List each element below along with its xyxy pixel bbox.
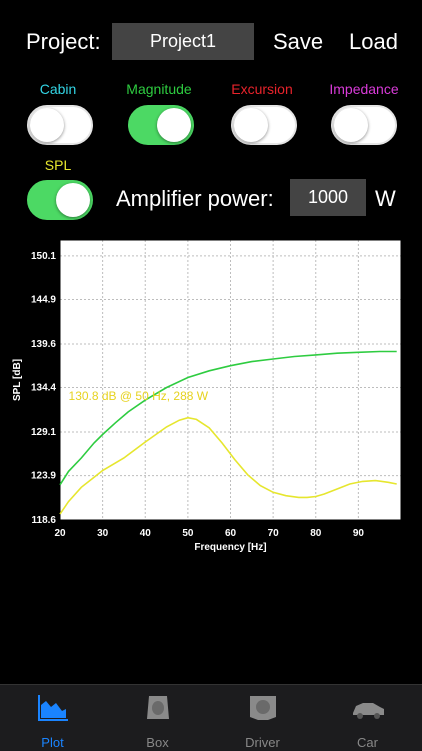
toggle-knob: [30, 108, 64, 142]
x-tick-label: 80: [310, 528, 322, 539]
y-tick-label: 123.9: [31, 471, 56, 482]
project-name-field[interactable]: Project1: [112, 23, 254, 60]
y-axis-label: SPL [dB]: [12, 359, 23, 401]
save-button[interactable]: Save: [273, 29, 323, 55]
tab-driver-label: Driver: [245, 735, 280, 750]
y-tick-label: 118.6: [32, 515, 57, 526]
toggle-knob: [334, 108, 368, 142]
spl-toggle[interactable]: [27, 180, 93, 220]
x-tick-label: 30: [97, 528, 109, 539]
magnitude-label: Magnitude: [126, 81, 192, 97]
toggle-knob: [234, 108, 268, 142]
tab-car-label: Car: [357, 735, 378, 750]
magnitude-toggle[interactable]: [128, 105, 194, 145]
y-tick-label: 129.1: [31, 427, 56, 438]
spl-label: SPL: [44, 157, 72, 173]
toggle-knob: [157, 108, 191, 142]
project-label: Project:: [26, 29, 101, 54]
toggle-knob: [56, 183, 90, 217]
spl-chart-svg: 20 30 40 50 60 70 80 90 118.6 123.9 129.1 134.4 139.…: [12, 239, 402, 553]
impedance-toggle[interactable]: [331, 105, 397, 145]
tab-box-label: Box: [146, 735, 169, 750]
tab-driver[interactable]: Driver: [210, 685, 315, 751]
x-tick-label: 40: [140, 528, 152, 539]
amplifier-unit-label: W: [375, 186, 396, 211]
peak-annotation: 130.8 dB @ 50 Hz, 288 W: [69, 389, 209, 403]
amplifier-power-label: Amplifier power:: [116, 186, 274, 211]
x-tick-label: 90: [353, 528, 365, 539]
y-tick-label: 144.9: [31, 295, 56, 306]
impedance-label: Impedance: [329, 81, 399, 97]
x-tick-label: 70: [268, 528, 280, 539]
project-row: Project: Project1 Save Load: [0, 20, 422, 64]
cabin-toggle[interactable]: [27, 105, 93, 145]
driver-speaker-icon: [250, 696, 276, 720]
y-tick-label: 139.6: [31, 339, 56, 350]
speaker-box-icon: [147, 696, 169, 719]
x-tick-label: 20: [54, 528, 66, 539]
y-tick-label: 150.1: [31, 251, 56, 262]
spl-chart[interactable]: 20 30 40 50 60 70 80 90 118.6 123.9 129.1 134.4 139.…: [0, 238, 422, 558]
x-tick-label: 50: [182, 528, 194, 539]
amplifier-power-field[interactable]: 1000: [290, 179, 366, 216]
cabin-label: Cabin: [39, 81, 77, 97]
x-tick-label: 60: [225, 528, 237, 539]
tab-plot-label: Plot: [41, 735, 64, 750]
x-axis-label: Frequency [Hz]: [194, 542, 266, 553]
car-icon: [353, 703, 384, 719]
plot-chart-icon: [38, 695, 68, 721]
tab-plot[interactable]: Plot: [0, 685, 105, 751]
excursion-toggle[interactable]: [231, 105, 297, 145]
y-tick-label: 134.4: [31, 383, 56, 394]
tab-box[interactable]: Box: [105, 685, 210, 751]
tab-bar: Plot Box Driver Car: [0, 684, 422, 751]
tab-car[interactable]: Car: [315, 685, 420, 751]
excursion-label: Excursion: [231, 81, 293, 97]
load-button[interactable]: Load: [349, 29, 398, 55]
